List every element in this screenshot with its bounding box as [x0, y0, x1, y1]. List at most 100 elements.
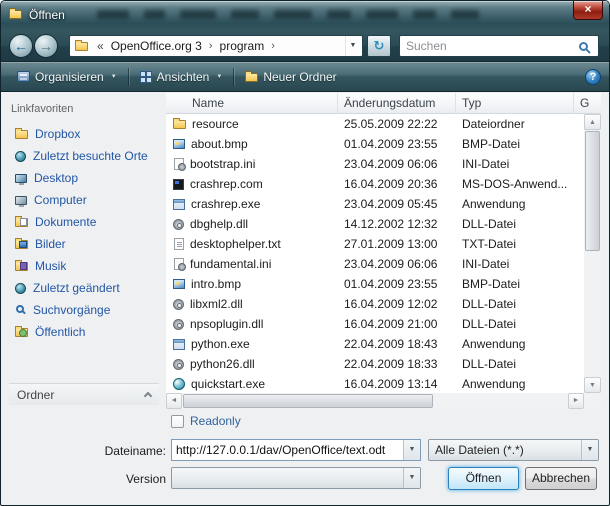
file-row[interactable]: dbghelp.dll 14.12.2002 12:32 DLL-Datei [166, 214, 584, 234]
sidebar-item-label: Suchvorgänge [33, 303, 110, 317]
file-type-cell: Dateiordner [456, 117, 574, 131]
file-row[interactable]: resource 25.05.2009 22:22 Dateiordner [166, 114, 584, 134]
file-row[interactable]: quickstart.exe 16.04.2009 13:14 Anwendun… [166, 374, 584, 393]
sidebar-item-icon [15, 328, 28, 337]
sidebar-item[interactable]: Öffentlich [9, 321, 161, 343]
column-header-row: Name Änderungsdatum Typ G [166, 93, 601, 114]
version-dropdown-button[interactable]: ▼ [403, 468, 420, 488]
sidebar-item[interactable]: Suchvorgänge [9, 299, 161, 321]
breadcrumb-item[interactable]: program [217, 39, 268, 53]
readonly-checkbox[interactable] [171, 415, 184, 428]
file-row[interactable]: desktophelper.txt 27.01.2009 13:00 TXT-D… [166, 234, 584, 254]
sidebar-item-label: Bilder [35, 237, 66, 251]
file-row[interactable]: crashrep.com 16.04.2009 20:36 MS-DOS-Anw… [166, 174, 584, 194]
window-title: Öffnen [29, 8, 65, 22]
sidebar-item[interactable]: Desktop [9, 167, 161, 189]
refresh-button[interactable]: ↻ [367, 35, 391, 57]
file-row[interactable]: crashrep.exe 23.04.2009 05:45 Anwendung [166, 194, 584, 214]
address-history-dropdown-button[interactable]: ▼ [345, 36, 360, 56]
address-breadcrumb-bar[interactable]: « OpenOffice.org 3 › program › ▼ [69, 35, 363, 57]
file-name: intro.bmp [191, 277, 241, 291]
glass-blur-artifact [97, 10, 129, 19]
column-header-date-modified[interactable]: Änderungsdatum [338, 93, 456, 114]
file-type-cell: DLL-Datei [456, 357, 574, 371]
file-row[interactable]: python26.dll 22.04.2009 18:33 DLL-Datei [166, 354, 584, 374]
file-type-icon [173, 179, 184, 190]
file-row[interactable]: npsoplugin.dll 16.04.2009 21:00 DLL-Date… [166, 314, 584, 334]
file-type-select[interactable]: Alle Dateien (*.*) ▼ [428, 439, 599, 461]
breadcrumb-overflow-button[interactable]: « [93, 39, 108, 53]
filename-dropdown-button[interactable]: ▼ [403, 440, 420, 460]
file-rows: resource 25.05.2009 22:22 Dateiordner ab… [166, 114, 584, 393]
file-list-pane: Name Änderungsdatum Typ G resource 25.05… [166, 93, 601, 409]
vertical-scrollbar[interactable]: ▲ ▼ [584, 114, 601, 393]
file-row[interactable]: fundamental.ini 23.04.2009 06:06 INI-Dat… [166, 254, 584, 274]
file-name-cell: crashrep.com [166, 177, 338, 191]
column-header-size[interactable]: G [574, 93, 601, 114]
file-type-dropdown-button[interactable]: ▼ [581, 440, 598, 460]
scroll-left-button[interactable]: ◄ [166, 393, 182, 409]
file-type-cell: MS-DOS-Anwend... [456, 177, 574, 191]
file-type-icon [173, 359, 184, 370]
close-button[interactable]: × [573, 1, 603, 20]
file-date-cell: 22.04.2009 18:33 [338, 357, 456, 371]
filename-input[interactable] [172, 440, 403, 460]
file-type-icon [174, 258, 184, 270]
breadcrumb-folder-icon [75, 42, 88, 51]
cancel-button[interactable]: Abbrechen [525, 467, 597, 490]
file-row[interactable]: intro.bmp 01.04.2009 23:55 BMP-Datei [166, 274, 584, 294]
forward-button[interactable]: → [34, 34, 58, 58]
vertical-scrollbar-thumb[interactable] [585, 131, 600, 251]
sidebar-item[interactable]: Musik [9, 255, 161, 277]
readonly-label[interactable]: Readonly [190, 414, 241, 428]
back-button[interactable]: ← [9, 34, 33, 58]
sidebar-item-label: Öffentlich [35, 325, 85, 339]
file-name-cell: python.exe [166, 337, 338, 351]
open-button[interactable]: Öffnen [448, 467, 519, 490]
sidebar-item[interactable]: Dropbox [9, 123, 161, 145]
file-name-cell: fundamental.ini [166, 257, 338, 271]
sidebar-item-label: Musik [35, 259, 66, 273]
sidebar-item-icon [15, 262, 28, 271]
file-name-cell: crashrep.exe [166, 197, 338, 211]
file-type-cell: DLL-Datei [456, 297, 574, 311]
file-name: crashrep.com [190, 177, 263, 191]
column-header-type[interactable]: Typ [456, 93, 574, 114]
file-row[interactable]: bootstrap.ini 23.04.2009 06:06 INI-Datei [166, 154, 584, 174]
glass-blur-artifact [231, 10, 259, 19]
breadcrumb-item[interactable]: OpenOffice.org 3 [108, 39, 205, 53]
file-type-icon [173, 139, 185, 149]
search-input[interactable] [400, 39, 579, 53]
sidebar-item-label: Computer [34, 193, 87, 207]
file-row[interactable]: about.bmp 01.04.2009 23:55 BMP-Datei [166, 134, 584, 154]
column-header-name[interactable]: Name [166, 93, 338, 114]
horizontal-scrollbar-thumb[interactable] [183, 394, 433, 408]
sidebar-item-label: Dokumente [35, 215, 96, 229]
filename-combobox: ▼ [171, 439, 421, 461]
organize-button[interactable]: Organisieren ▼ [9, 66, 125, 88]
file-type-icon [173, 279, 185, 289]
sidebar-item[interactable]: Bilder [9, 233, 161, 255]
file-type-icon [173, 199, 185, 210]
search-icon[interactable] [579, 42, 588, 51]
help-button[interactable]: ? [585, 69, 601, 85]
scroll-down-button[interactable]: ▼ [584, 377, 601, 393]
file-row[interactable]: python.exe 22.04.2009 18:43 Anwendung [166, 334, 584, 354]
file-row[interactable]: libxml2.dll 16.04.2009 12:02 DLL-Datei [166, 294, 584, 314]
glass-blur-artifacts [97, 10, 479, 22]
titlebar[interactable]: Öffnen × [1, 1, 609, 31]
new-folder-button[interactable]: Neuer Ordner [237, 66, 344, 88]
horizontal-scrollbar[interactable]: ◄ ► [166, 393, 584, 409]
file-name-cell: quickstart.exe [166, 377, 338, 391]
sidebar-item-icon [15, 196, 27, 205]
sidebar-item[interactable]: Computer [9, 189, 161, 211]
version-select[interactable]: ▼ [171, 467, 421, 489]
sidebar-item[interactable]: Zuletzt besuchte Orte [9, 145, 161, 167]
sidebar-item[interactable]: Zuletzt geändert [9, 277, 161, 299]
folders-band[interactable]: Ordner [9, 383, 159, 405]
views-button[interactable]: Ansichten ▼ [132, 66, 231, 88]
file-name-cell: python26.dll [166, 357, 338, 371]
scroll-right-button[interactable]: ► [568, 393, 584, 409]
sidebar-item[interactable]: Dokumente [9, 211, 161, 233]
scroll-up-button[interactable]: ▲ [584, 114, 601, 130]
